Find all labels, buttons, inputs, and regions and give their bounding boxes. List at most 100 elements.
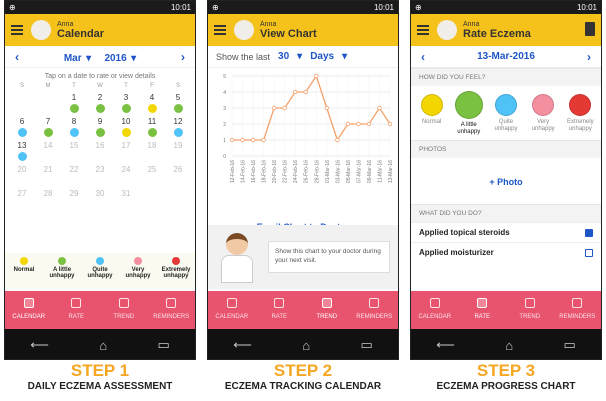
action-checkbox[interactable] [585, 248, 593, 257]
unit-select[interactable]: Days [310, 51, 334, 62]
back-icon[interactable]: ⟵ [30, 337, 49, 353]
current-date[interactable]: 13-Mar-2016 [477, 51, 535, 62]
calendar-day[interactable]: 18 [139, 141, 165, 165]
action-row[interactable]: Applied moisturizer [411, 242, 601, 262]
avatar[interactable] [437, 20, 457, 40]
day-number: 2 [97, 93, 103, 102]
calendar-day[interactable]: 23 [87, 165, 113, 189]
calendar-day[interactable]: 29 [61, 189, 87, 213]
menu-icon[interactable] [11, 25, 23, 35]
calendar-day[interactable]: 7 [35, 117, 61, 141]
x-tick-label: 11-Mar-16 [377, 160, 383, 183]
next-day-icon[interactable]: › [587, 50, 591, 64]
calendar-day[interactable]: 13 [9, 141, 35, 165]
calendar-day[interactable]: 21 [35, 165, 61, 189]
tab-rate[interactable]: RATE [256, 291, 304, 329]
mood-dot [121, 128, 131, 137]
calendar-day[interactable]: 28 [35, 189, 61, 213]
calendar-day[interactable]: 27 [9, 189, 35, 213]
x-tick-label: 26-Feb-16 [304, 160, 310, 183]
month-select[interactable]: Mar [64, 53, 82, 64]
calendar-day[interactable]: 22 [61, 165, 87, 189]
mood-option[interactable]: A little unhappy [452, 91, 486, 136]
tab-reminders[interactable]: REMINDERS [351, 291, 399, 329]
calendar-day[interactable]: 12 [165, 117, 191, 141]
calendar-day[interactable]: 25 [139, 165, 165, 189]
tab-calendar[interactable]: CALENDAR [411, 291, 459, 329]
mood-option[interactable]: Normal [415, 94, 449, 136]
back-icon[interactable]: ⟵ [233, 337, 252, 353]
recents-icon[interactable]: ▭ [360, 337, 372, 353]
calendar-day[interactable]: 3 [113, 93, 139, 117]
feel-header: HOW DID YOU FEEL? [411, 68, 601, 86]
calendar-day[interactable]: 1 [61, 93, 87, 117]
tab-rate[interactable]: RATE [53, 291, 101, 329]
x-tick-label: 01-Mar-16 [325, 160, 331, 183]
recents-icon[interactable]: ▭ [157, 337, 169, 353]
tab-reminders[interactable]: REMINDERS [554, 291, 602, 329]
calendar-day[interactable]: 19 [165, 141, 191, 165]
photos-header: PHOTOS [411, 140, 601, 159]
user-name: Anna [260, 20, 277, 28]
tab-bar: CALENDAR RATE TREND REMINDERS [5, 291, 195, 329]
calendar-day[interactable]: 2 [87, 93, 113, 117]
calendar-day[interactable]: 10 [113, 117, 139, 141]
avatar[interactable] [31, 20, 51, 40]
status-time: 10:01 [576, 3, 597, 12]
calendar-day[interactable]: 6 [9, 117, 35, 141]
avatar[interactable] [234, 20, 254, 40]
calendar-day[interactable]: 11 [139, 117, 165, 141]
home-icon[interactable]: ⌂ [302, 338, 310, 353]
calendar-day[interactable]: 31 [113, 189, 139, 213]
tab-calendar[interactable]: CALENDAR [208, 291, 256, 329]
calendar-day[interactable]: 8 [61, 117, 87, 141]
tab-calendar[interactable]: CALENDAR [5, 291, 53, 329]
prev-month-icon[interactable]: ‹ [15, 50, 19, 64]
x-tick-label: 05-Mar-16 [346, 160, 352, 183]
calendar-day[interactable]: 26 [165, 165, 191, 189]
year-select[interactable]: 2016 [104, 53, 126, 64]
calendar-day[interactable]: 17 [113, 141, 139, 165]
calendar-day[interactable]: 30 [87, 189, 113, 213]
tab-rate[interactable]: RATE [459, 291, 507, 329]
recents-icon[interactable]: ▭ [563, 337, 575, 353]
calendar-day[interactable]: 9 [87, 117, 113, 141]
menu-icon[interactable] [417, 25, 429, 35]
add-photo-button[interactable]: + Photo [489, 177, 522, 187]
did-header: WHAT DID YOU DO? [411, 204, 601, 223]
calendar-day[interactable]: 5 [165, 93, 191, 117]
home-icon[interactable]: ⌂ [99, 338, 107, 353]
tab-trend[interactable]: TREND [100, 291, 148, 329]
trash-icon[interactable] [585, 22, 595, 36]
day-number: 24 [121, 165, 131, 174]
day-number: 14 [43, 141, 53, 150]
mood-dot [17, 152, 27, 161]
day-number: 20 [17, 165, 27, 174]
count-select[interactable]: 30 [278, 51, 289, 62]
menu-icon[interactable] [214, 25, 226, 35]
tab-trend[interactable]: TREND [303, 291, 351, 329]
action-row[interactable]: Applied topical steroids [411, 222, 601, 242]
mood-option[interactable]: Extremely unhappy [563, 94, 597, 136]
prev-day-icon[interactable]: ‹ [421, 50, 425, 64]
tab-trend[interactable]: TREND [506, 291, 554, 329]
day-number [139, 189, 165, 199]
mood-option[interactable]: Quite unhappy [489, 94, 523, 136]
calendar-day[interactable]: 16 [87, 141, 113, 165]
home-icon[interactable]: ⌂ [505, 338, 513, 353]
legend-item: Very unhappy [123, 257, 153, 289]
phone-calendar: ⊕ 10:01 Anna Calendar ‹ Mar ▾ 2016 ▾ › Tap… [4, 0, 196, 360]
app-bar: Anna Calendar [5, 14, 195, 46]
calendar-day[interactable]: 4 [139, 93, 165, 117]
action-checkbox[interactable] [585, 228, 593, 237]
calendar-day[interactable]: 20 [9, 165, 35, 189]
back-icon[interactable]: ⟵ [436, 337, 455, 353]
calendar-day[interactable]: 14 [35, 141, 61, 165]
calendar-day[interactable]: 15 [61, 141, 87, 165]
calendar-day[interactable]: 24 [113, 165, 139, 189]
mood-option[interactable]: Very unhappy [526, 94, 560, 136]
legend-dot [172, 257, 180, 265]
calendar-hint: Tap on a date to rate or view details [44, 73, 156, 80]
next-month-icon[interactable]: › [181, 50, 185, 64]
tab-reminders[interactable]: REMINDERS [148, 291, 196, 329]
